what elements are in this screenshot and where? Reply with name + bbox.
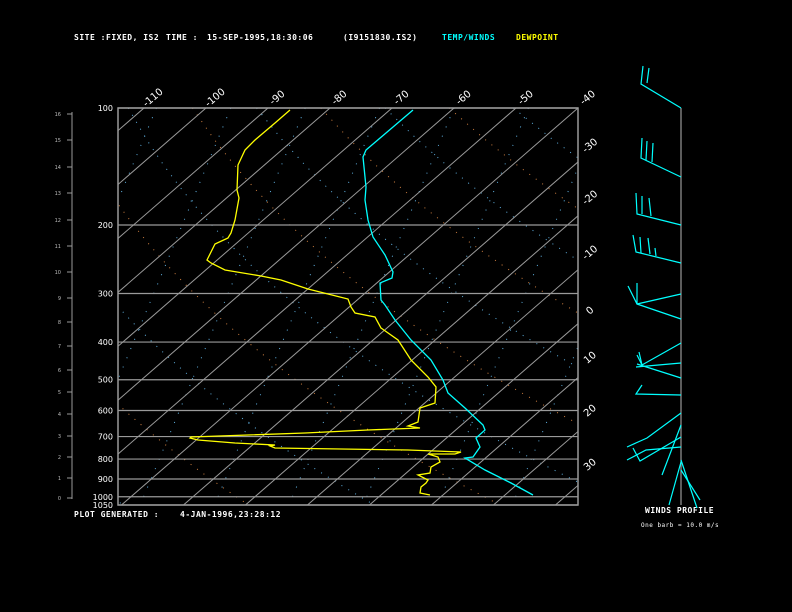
mixing-ratio-line [587, 108, 752, 505]
right-temp-label: -10 [581, 244, 601, 263]
height-tick-label: 4 [58, 412, 61, 418]
right-temp-label: 0 [584, 305, 596, 318]
dry-adiabat-line [642, 108, 792, 503]
isotherm-line [118, 108, 331, 294]
wind-barb [634, 384, 682, 396]
mixing-ratio-line [214, 108, 381, 505]
wind-barb [638, 342, 682, 366]
top-temp-label: -70 [392, 89, 412, 108]
height-tick-label: 14 [55, 165, 61, 171]
height-tick-label: 10 [55, 270, 61, 276]
wind-barb [651, 142, 654, 163]
wind-barb [635, 192, 682, 226]
wind-barb [654, 247, 657, 257]
pressure-tick-label: 400 [98, 338, 113, 347]
height-tick-label: 13 [55, 191, 61, 197]
dry-adiabat-line [448, 108, 578, 210]
mixing-ratio-line [118, 108, 232, 381]
wind-barb [645, 140, 648, 161]
dry-adiabat-line [256, 108, 578, 368]
right-temp-label: 10 [582, 350, 599, 367]
pressure-tick-label: 700 [98, 433, 113, 442]
isotherm-line [369, 322, 578, 505]
pressure-tick-label: 200 [98, 221, 113, 230]
wind-barb [646, 67, 650, 84]
skewt-chart: 1002003004005006007008009001000105001234… [0, 65, 792, 510]
isotherm-line [245, 215, 578, 505]
height-tick-label: 16 [55, 112, 61, 118]
top-temp-label: -100 [203, 87, 227, 110]
wind-barb [640, 65, 682, 109]
wind-barb [680, 469, 701, 501]
height-tick-label: 0 [58, 496, 61, 502]
right-temp-label: -30 [581, 137, 601, 156]
isotherm-line [431, 376, 578, 505]
top-temp-label: -40 [578, 89, 598, 108]
isotherm-line [121, 108, 578, 505]
dry-adiabat-line [127, 108, 578, 483]
isotherm-line [183, 161, 578, 505]
top-temp-label: -50 [516, 89, 536, 108]
wind-barb [680, 459, 698, 509]
wind-barb [648, 197, 652, 217]
right-temp-label: 30 [582, 457, 599, 474]
right-temp-label: 20 [582, 403, 599, 420]
pressure-tick-label: 900 [98, 475, 113, 484]
height-tick-label: 9 [58, 296, 61, 302]
height-tick-label: 12 [55, 218, 61, 224]
top-temp-label: -110 [141, 87, 165, 110]
mixing-ratio-line [511, 345, 578, 505]
pressure-tick-label: 600 [98, 407, 113, 416]
mixing-ratio-line [0, 108, 82, 505]
wind-barb [636, 303, 682, 320]
isotherm-line [0, 108, 20, 505]
isotherm-line [118, 108, 517, 455]
wind-barb [661, 424, 682, 476]
height-tick-label: 3 [58, 434, 61, 440]
mixing-ratio-line [735, 108, 792, 505]
height-tick-label: 8 [58, 320, 61, 326]
wind-barb [647, 237, 651, 255]
height-tick-label: 1 [58, 476, 61, 482]
top-temp-label: -80 [330, 89, 350, 108]
isotherm-line [118, 108, 269, 240]
height-tick-label: 2 [58, 455, 61, 461]
height-tick-label: 5 [58, 390, 61, 396]
height-tick-label: 11 [55, 244, 61, 250]
pressure-tick-label: 800 [98, 455, 113, 464]
dry-adiabat-line [577, 108, 578, 109]
top-temp-label: -60 [454, 89, 474, 108]
right-temp-label: -20 [581, 189, 601, 208]
wind-barb [627, 285, 682, 305]
top-temp-label: -90 [268, 89, 288, 108]
height-tick-label: 6 [58, 368, 61, 374]
pressure-tick-label: 500 [98, 376, 113, 385]
dry-adiabat-line [192, 108, 578, 425]
pressure-tick-label: 1050 [93, 501, 113, 510]
wind-barb [668, 461, 682, 506]
mixing-ratio-line [139, 108, 306, 505]
dry-adiabat-line [706, 108, 792, 503]
isotherm-line [307, 269, 578, 505]
dry-adiabat-line [118, 403, 247, 504]
isotherm-line [118, 108, 207, 186]
height-tick-label: 7 [58, 344, 61, 350]
pressure-tick-label: 100 [98, 104, 113, 113]
wind-barb [636, 363, 682, 379]
dry-adiabat-line [320, 108, 578, 314]
isotherm-line [0, 108, 82, 505]
pressure-tick-label: 300 [98, 289, 113, 298]
height-tick-label: 15 [55, 138, 61, 144]
wind-barb [639, 236, 642, 254]
dry-adiabat-line [513, 108, 578, 159]
mixing-ratio-line [118, 108, 157, 202]
